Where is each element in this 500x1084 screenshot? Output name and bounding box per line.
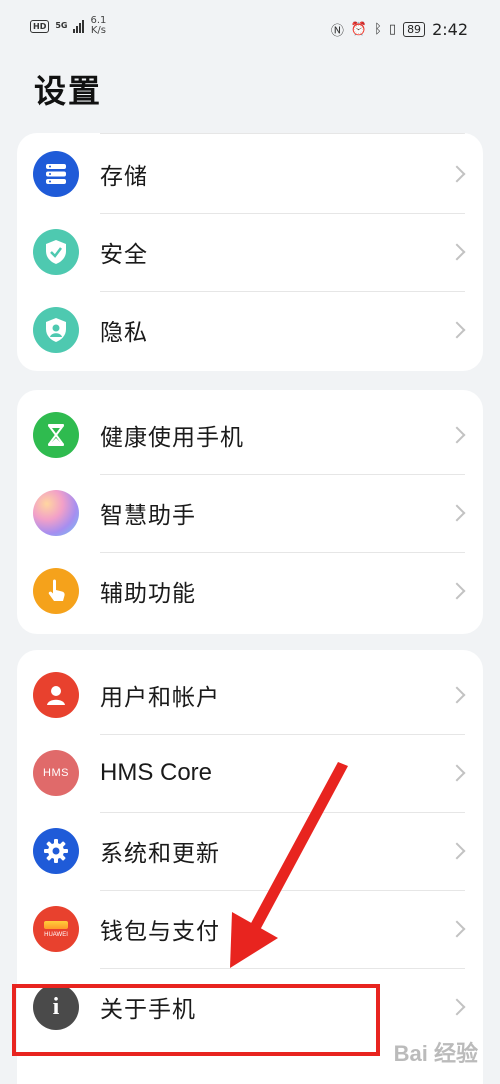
privacy-shield-icon — [33, 307, 79, 353]
settings-group-wellbeing: 健康使用手机 智慧助手 辅助功能 — [17, 390, 483, 634]
chevron-right-icon — [448, 582, 466, 600]
vibrate-icon: ▯ — [388, 22, 397, 37]
wallet-cards — [44, 920, 68, 929]
hourglass-icon — [33, 412, 79, 458]
settings-item-accessibility[interactable]: 辅助功能 — [17, 552, 483, 630]
network-speed: 6.1 K/s — [90, 16, 106, 36]
settings-item-storage[interactable]: 存储 — [17, 135, 483, 213]
chevron-right-icon — [448, 764, 466, 782]
settings-item-label: 安全 — [100, 242, 148, 268]
page-title: 设置 — [34, 72, 103, 110]
status-right: Ⓝ ⏰ ᛒ ▯ 89 2:42 — [331, 20, 468, 39]
settings-item-label: HMS Core — [100, 759, 213, 786]
user-icon — [33, 672, 79, 718]
settings-item-hms-core[interactable]: HMS HMS Core — [17, 734, 483, 812]
settings-item-label: 健康使用手机 — [100, 425, 244, 451]
chevron-right-icon — [448, 686, 466, 704]
settings-item-security[interactable]: 安全 — [17, 213, 483, 291]
settings-group-security: 存储 安全 隐私 — [17, 133, 483, 371]
network-type: 5G — [55, 21, 68, 30]
gear-icon — [33, 828, 79, 874]
settings-item-label: 钱包与支付 — [100, 919, 220, 945]
status-left: HD 5G 6.1 K/s — [30, 16, 106, 36]
alarm-icon: ⏰ — [350, 22, 368, 37]
wallet-icon-text: HUAWEI — [44, 931, 68, 938]
chevron-right-icon — [448, 165, 466, 183]
settings-item-label: 智慧助手 — [100, 503, 196, 529]
settings-item-label: 存储 — [100, 164, 148, 190]
clock: 2:42 — [432, 20, 468, 39]
annotation-highlight-box — [12, 984, 380, 1056]
settings-item-label: 用户和帐户 — [100, 685, 220, 711]
chevron-right-icon — [448, 842, 466, 860]
settings-item-label: 隐私 — [100, 320, 148, 346]
signal-icon — [73, 19, 85, 33]
chevron-right-icon — [448, 426, 466, 444]
watermark: Bai 经验 — [393, 1041, 478, 1066]
chevron-right-icon — [448, 321, 466, 339]
storage-icon — [33, 151, 79, 197]
chevron-right-icon — [448, 243, 466, 261]
chevron-right-icon — [448, 998, 466, 1016]
settings-item-assistant[interactable]: 智慧助手 — [17, 474, 483, 552]
settings-item-privacy[interactable]: 隐私 — [17, 291, 483, 369]
speed-unit: K/s — [90, 25, 106, 36]
settings-item-label: 辅助功能 — [100, 581, 196, 607]
wallet-icon: HUAWEI — [33, 906, 79, 952]
chevron-right-icon — [448, 504, 466, 522]
hms-icon: HMS — [33, 750, 79, 796]
hd-badge: HD — [30, 19, 50, 33]
nfc-icon: Ⓝ — [330, 24, 344, 39]
battery-icon: 89 — [403, 22, 426, 37]
assistant-orb-icon — [33, 490, 79, 536]
divider — [100, 133, 465, 134]
chevron-right-icon — [448, 920, 466, 938]
hand-pointer-icon — [33, 568, 79, 614]
bluetooth-icon: ᛒ — [374, 22, 382, 37]
security-shield-icon — [33, 229, 79, 275]
settings-item-wallet-payment[interactable]: HUAWEI 钱包与支付 — [17, 890, 483, 968]
status-bar: HD 5G 6.1 K/s Ⓝ ⏰ ᛒ ▯ 89 2:42 — [0, 0, 500, 60]
settings-item-label: 系统和更新 — [100, 841, 220, 867]
settings-item-digital-balance[interactable]: 健康使用手机 — [17, 396, 483, 474]
hms-icon-text: HMS — [43, 767, 69, 779]
settings-item-system-updates[interactable]: 系统和更新 — [17, 812, 483, 890]
settings-item-users-accounts[interactable]: 用户和帐户 — [17, 656, 483, 734]
